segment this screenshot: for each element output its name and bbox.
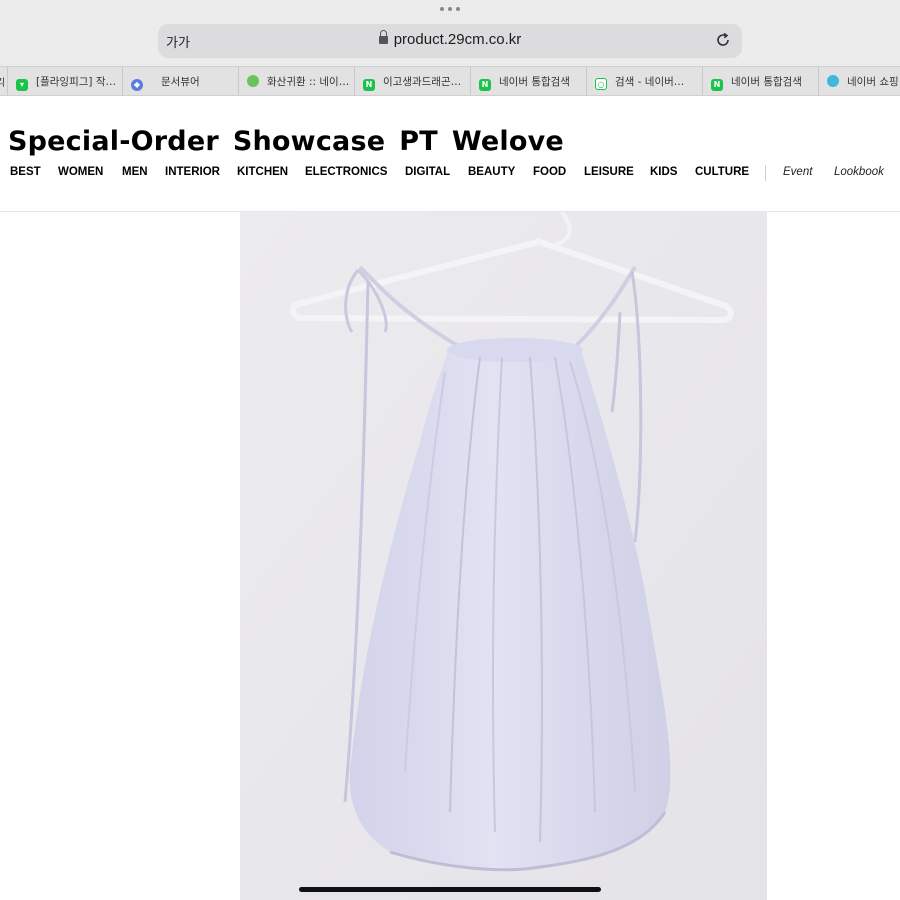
brand-welove[interactable]: Welove	[452, 126, 564, 157]
brand-showcase[interactable]: Showcase	[233, 126, 385, 157]
naver-icon: N	[363, 79, 375, 91]
tab-label: 검색 - 네이버…	[615, 76, 685, 88]
multitask-grabber-icon[interactable]	[440, 7, 460, 13]
lock-icon	[378, 30, 388, 44]
nav-electronics[interactable]: ELECTRONICS	[305, 166, 387, 178]
nav-digital[interactable]: DIGITAL	[405, 166, 450, 178]
green-shield-icon: ▾	[16, 79, 28, 91]
brand-menu: Special-Order Showcase PT Welove	[8, 126, 578, 157]
nav-event[interactable]: Event	[783, 166, 812, 178]
nav-interior[interactable]: INTERIOR	[165, 166, 220, 178]
nav-lookbook[interactable]: Lookbook	[834, 166, 884, 178]
tab-label: 네이버 통합검색	[499, 76, 570, 88]
naver-shopping-icon	[827, 75, 839, 87]
nav-food[interactable]: FOOD	[533, 166, 566, 178]
category-nav: BEST WOMEN MEN INTERIOR KITCHEN ELECTRON…	[0, 165, 900, 186]
nav-women[interactable]: WOMEN	[58, 166, 103, 178]
nav-kitchen[interactable]: KITCHEN	[237, 166, 288, 178]
green-circle-icon	[247, 75, 259, 87]
halter-top-photo	[240, 212, 767, 900]
tab-2[interactable]: 화산귀환 :: 네이…	[239, 67, 355, 95]
product-image[interactable]	[240, 212, 767, 900]
tab-0[interactable]: ▾ [플라잉피그] 작…	[8, 67, 123, 95]
site-header: Special-Order Showcase PT Welove BEST WOMEN…	[0, 96, 900, 212]
naver-icon: N	[479, 79, 491, 91]
nav-culture[interactable]: CULTURE	[695, 166, 749, 178]
brand-pt[interactable]: PT	[399, 126, 438, 157]
nav-kids[interactable]: KIDS	[650, 166, 677, 178]
blue-hex-icon: ◆	[131, 79, 143, 91]
address-bar[interactable]: 가가 product.29cm.co.kr	[158, 24, 742, 58]
nav-men[interactable]: MEN	[122, 166, 148, 178]
tab-label: 문서뷰어	[161, 76, 200, 88]
nav-leisure[interactable]: LEISURE	[584, 166, 634, 178]
tab-strip: 킥 ▾ [플라잉피그] 작… ◆ 문서뷰어 화산귀환 :: 네이… N 이고생과드래곤…	[0, 66, 900, 96]
home-indicator[interactable]	[299, 887, 601, 892]
tab-7[interactable]: 네이버 쇼핑	[819, 67, 900, 95]
browser-chrome: 가가 product.29cm.co.kr 킥 ▾ [플라잉피그] 작… ◆ 문서뷰…	[0, 0, 900, 96]
tab-3[interactable]: N 이고생과드래곤…	[355, 67, 471, 95]
tab-partial[interactable]: 킥	[0, 67, 8, 95]
naver-search-icon: ○	[595, 78, 607, 90]
tab-label: 화산귀환 :: 네이…	[267, 76, 350, 88]
tab-5[interactable]: ○ 검색 - 네이버…	[587, 67, 703, 95]
nav-divider	[765, 165, 766, 181]
tab-label: 네이버 쇼핑	[847, 76, 899, 88]
nav-best[interactable]: BEST	[10, 166, 41, 178]
reload-icon[interactable]	[714, 31, 732, 49]
tab-label: 이고생과드래곤…	[383, 76, 462, 88]
brand-special-order[interactable]: Special-Order	[8, 126, 219, 157]
tab-4[interactable]: N 네이버 통합검색	[471, 67, 587, 95]
tab-6[interactable]: N 네이버 통합검색	[703, 67, 819, 95]
tab-label: [플라잉피그] 작…	[36, 76, 116, 88]
naver-icon: N	[711, 79, 723, 91]
nav-beauty[interactable]: BEAUTY	[468, 166, 515, 178]
tab-1[interactable]: ◆ 문서뷰어	[123, 67, 239, 95]
tab-label: 네이버 통합검색	[731, 76, 802, 88]
url-text[interactable]: product.29cm.co.kr	[394, 31, 522, 48]
